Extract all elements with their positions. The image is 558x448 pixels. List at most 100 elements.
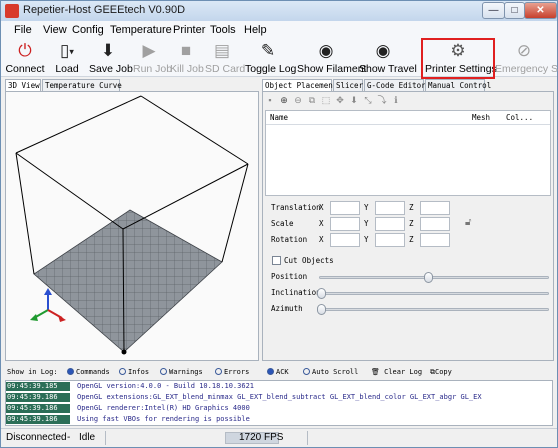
warnings-toggle[interactable]: Warnings [160,368,203,376]
sd-card-button[interactable]: ▤ SD Card [205,40,245,76]
axis-x-label: X [319,203,324,212]
menu-printer[interactable]: Printer [173,24,205,36]
title-bar: Repetier-Host GEEEtech V0.90D — □ ✕ [1,1,557,21]
lock-icon[interactable]: 🔓︎ [465,217,471,228]
show-filament-button[interactable]: ◉ Show Filament [297,40,366,76]
rotation-x-field[interactable] [330,233,360,247]
menu-help[interactable]: Help [244,24,267,36]
menu-temperature[interactable]: Temperature [110,24,172,36]
autoposition-icon[interactable]: ⬚ [321,95,331,105]
document-icon: ▯▾ [60,41,74,60]
center-icon[interactable]: ✥ [335,95,345,105]
rotation-y-field[interactable] [375,233,405,247]
3d-viewport[interactable] [5,91,259,361]
axis-y-label: Y [364,235,369,244]
remove-icon[interactable]: ⊖ [293,95,303,105]
sd-card-icon: ▤ [213,41,231,60]
rotation-z-field[interactable] [420,233,450,247]
infos-toggle[interactable]: Infos [119,368,149,376]
close-button[interactable]: ✕ [524,2,557,19]
app-window: Repetier-Host GEEEtech V0.90D — □ ✕ File… [0,0,558,448]
show-travel-button[interactable]: ◉ Show Travel [359,40,417,76]
log-timestamp: 09:45:39.186 [6,404,70,413]
log-timestamp: 09:45:39.186 [6,415,70,424]
printer-settings-highlight [421,38,495,79]
kill-job-button[interactable]: ■ Kill Job [170,40,204,76]
add-icon[interactable]: ⊕ [279,95,289,105]
auto-scroll-toggle[interactable]: Auto Scroll [303,368,358,376]
errors-radio-icon [215,368,222,375]
connect-button[interactable]: ⏻ Connect [5,40,45,76]
emergency-stop-icon: ⊘ [516,41,532,60]
column-name[interactable]: Name [270,113,288,122]
translation-x-field[interactable] [330,201,360,215]
stop-icon: ■ [180,41,192,60]
translation-z-field[interactable] [420,201,450,215]
drop-icon[interactable]: ⬇ [349,95,359,105]
ack-toggle[interactable]: ACK [267,368,289,376]
log-row: 09:45:39.186 Using fast VBOs for renderi… [6,415,552,424]
object-placement-panel: ▪ ⊕ ⊖ ⧉ ⬚ ✥ ⬇ ⤡ ⤵ ℹ Name Mesh Col... Tra… [262,91,554,361]
log-row: 09:45:39.186 OpenGL extensions:GL_EXT_bl… [6,393,552,402]
info-icon[interactable]: ℹ [391,95,401,105]
scale-x-field[interactable] [330,217,360,231]
menu-config[interactable]: Config [72,24,104,36]
copy-button[interactable]: ⧉Copy [430,368,452,377]
origin-dot [121,349,127,355]
scale-icon[interactable]: ⤡ [363,95,373,105]
menu-file[interactable]: File [14,24,32,36]
chevron-down-icon: ▾ [69,46,74,57]
pencil-icon: ✎ [260,41,276,60]
scale-y-field[interactable] [375,217,405,231]
eye-icon: ◉ [318,41,334,60]
auto-scroll-radio-icon [303,368,310,375]
emergency-stop-button[interactable]: ⊘ Emergency Stop [495,40,558,76]
infos-radio-icon [119,368,126,375]
column-mesh[interactable]: Mesh [472,113,490,122]
log-message: Using fast VBOs for rendering is possibl… [77,415,250,423]
split-icon[interactable]: ⤵ [377,95,387,105]
copy-icon[interactable]: ⧉ [307,95,317,105]
menu-tools[interactable]: Tools [210,24,236,36]
azimuth-slider-thumb[interactable] [317,304,326,315]
azimuth-slider[interactable] [319,308,549,311]
menu-view[interactable]: View [43,24,67,36]
status-bar: Disconnected - Idle 1720 FPS [1,428,557,447]
status-separator: - [67,432,71,443]
print-bed [33,209,223,353]
axis-y-label: Y [364,203,369,212]
inclination-slider-thumb[interactable] [317,288,326,299]
fps-readout: 1720 FPS [239,432,284,443]
maximize-button[interactable]: □ [504,2,525,19]
save-icon[interactable]: ▪ [265,95,275,105]
rotation-label: Rotation [271,235,308,244]
translation-label: Translation [271,203,321,212]
scale-z-field[interactable] [420,217,450,231]
commands-toggle[interactable]: Commands [67,368,110,376]
position-slider-thumb[interactable] [424,272,433,283]
translation-y-field[interactable] [375,201,405,215]
load-button[interactable]: ▯▾ Load [51,40,83,76]
log-timestamp: 09:45:39.186 [6,393,70,402]
log-message: OpenGL version:4.0.0 - Build 10.18.10.36… [77,382,255,390]
commands-radio-icon [67,368,74,375]
object-list[interactable]: Name Mesh Col... [265,110,551,196]
minimize-button[interactable]: — [482,2,505,19]
axis-z-label: Z [409,219,414,228]
axis-x-label: X [319,219,324,228]
ack-radio-icon [267,368,274,375]
toggle-log-button[interactable]: ✎ Toggle Log [245,40,296,76]
status-divider [105,431,106,445]
inclination-slider[interactable] [319,292,549,295]
connection-status: Disconnected [6,432,67,443]
azimuth-label: Azimuth [271,304,303,313]
run-job-button[interactable]: ▶ Run Job [133,40,172,76]
save-job-button[interactable]: ⬇ Save Job [89,40,133,76]
scale-label: Scale [271,219,294,228]
errors-toggle[interactable]: Errors [215,368,249,376]
cut-objects-checkbox[interactable] [272,256,281,265]
clear-log-button[interactable]: 🗑︎ Clear Log [371,368,422,376]
position-slider[interactable] [319,276,549,279]
column-color[interactable]: Col... [506,113,533,122]
log-output[interactable]: 09:45:39.185 OpenGL version:4.0.0 - Buil… [5,380,553,426]
